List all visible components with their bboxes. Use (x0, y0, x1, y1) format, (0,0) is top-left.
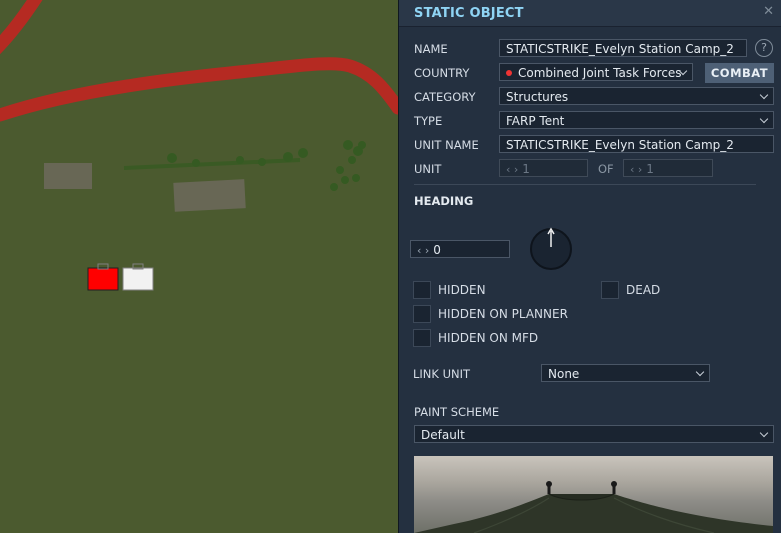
name-input[interactable]: STATICSTRIKE_Evelyn Station Camp_2 (499, 39, 747, 57)
combat-button[interactable]: COMBAT (705, 63, 774, 83)
tent-preview (414, 481, 773, 533)
of-value: 1 (646, 162, 654, 176)
type-select[interactable]: FARP Tent (499, 111, 774, 129)
road-main (0, 57, 398, 122)
object-preview-image (414, 456, 773, 533)
panel-title: STATIC OBJECT (414, 6, 524, 21)
building-2 (173, 179, 246, 212)
stepper-arrows-icon: ‹ › (417, 244, 430, 257)
hidden-on-mfd-label: HIDDEN ON MFD (438, 331, 539, 345)
hidden-checkbox[interactable] (413, 281, 431, 299)
unit-label: UNIT (414, 162, 442, 176)
hedge-row (123, 158, 301, 170)
paint-scheme-select[interactable]: Default (414, 425, 774, 443)
country-color-dot (506, 70, 512, 76)
close-icon[interactable]: ✕ (763, 4, 774, 19)
unit-stepper[interactable]: ‹ › 1 (499, 159, 588, 177)
link-unit-label: LINK UNIT (413, 367, 471, 381)
unit-value: 1 (522, 162, 530, 176)
stepper-arrows-icon: ‹ › (506, 163, 519, 176)
stepper-arrows-icon: ‹ › (630, 163, 643, 176)
name-label: NAME (414, 42, 448, 56)
divider (414, 184, 756, 185)
hidden-on-planner-label: HIDDEN ON PLANNER (438, 307, 568, 321)
category-select[interactable]: Structures (499, 87, 774, 105)
of-label: OF (598, 162, 614, 176)
heading-compass-icon[interactable] (529, 227, 573, 271)
heading-value: 0 (433, 243, 441, 257)
map-terrain (0, 0, 398, 291)
of-stepper[interactable]: ‹ › 1 (623, 159, 713, 177)
help-icon[interactable]: ? (755, 39, 773, 57)
country-select[interactable]: Combined Joint Task Forces (499, 63, 693, 81)
map-view[interactable] (0, 0, 398, 533)
country-value: Combined Joint Task Forces (518, 66, 682, 80)
dead-checkbox[interactable] (601, 281, 619, 299)
unit-name-input[interactable]: STATICSTRIKE_Evelyn Station Camp_2 (499, 135, 774, 153)
link-unit-select[interactable]: None (541, 364, 710, 382)
heading-label: HEADING (414, 194, 474, 208)
type-label: TYPE (414, 114, 443, 128)
static-object-panel: STATIC OBJECT ✕ NAME STATICSTRIKE_Evelyn… (398, 0, 781, 533)
paint-scheme-label: PAINT SCHEME (414, 405, 500, 419)
hidden-on-planner-checkbox[interactable] (413, 305, 431, 323)
hidden-on-mfd-checkbox[interactable] (413, 329, 431, 347)
white-unit-marker (122, 267, 154, 291)
heading-input[interactable]: ‹ › 0 (410, 240, 510, 258)
hidden-label: HIDDEN (438, 283, 486, 297)
country-label: COUNTRY (414, 66, 470, 80)
dead-label: DEAD (626, 283, 661, 297)
category-label: CATEGORY (414, 90, 476, 104)
building-1 (44, 163, 92, 189)
unit-name-label: UNIT NAME (414, 138, 479, 152)
red-unit-marker (87, 267, 119, 291)
road-corner (0, 0, 43, 55)
